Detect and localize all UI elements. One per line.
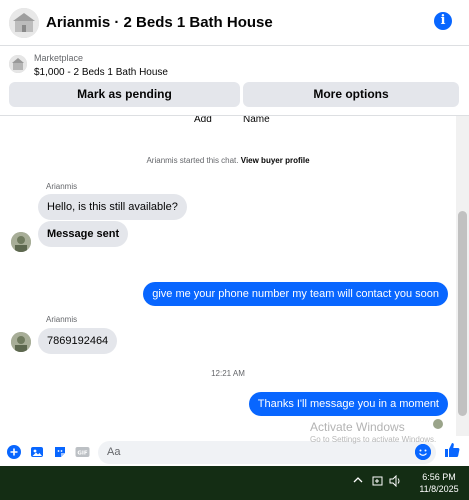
listing-avatar[interactable] bbox=[9, 8, 39, 38]
taskbar-clock[interactable]: 6:56 PM 11/8/2025 bbox=[412, 471, 466, 495]
outgoing-message[interactable]: give me your phone number my team will c… bbox=[143, 282, 448, 306]
partial-add-label: Add bbox=[194, 116, 212, 125]
sticker-icon[interactable] bbox=[53, 445, 67, 459]
plus-icon[interactable] bbox=[7, 445, 21, 459]
outgoing-message[interactable]: Thanks I'll message you in a moment bbox=[248, 392, 448, 416]
photo-icon[interactable] bbox=[30, 445, 44, 459]
activate-windows-subtitle: Go to Settings to activate Windows. bbox=[310, 435, 437, 444]
listing-thumbnail[interactable] bbox=[9, 55, 27, 73]
view-buyer-profile-link[interactable]: View buyer profile bbox=[241, 156, 310, 165]
marketplace-panel: Marketplace $1,000 - 2 Beds 1 Bath House… bbox=[0, 47, 469, 117]
incoming-message[interactable]: Message sent bbox=[38, 221, 129, 247]
sender-name: Arianmis bbox=[46, 182, 78, 191]
message-scrollbar[interactable] bbox=[456, 116, 469, 436]
chat-window: Arianmis · 2 Beds 1 Bath House i Marketp… bbox=[0, 0, 469, 466]
clock-time: 6:56 PM bbox=[422, 472, 456, 482]
more-options-button[interactable]: More options bbox=[243, 82, 459, 107]
info-icon[interactable]: i bbox=[434, 12, 452, 30]
message-list: Add Name Arianmis started this chat. Vie… bbox=[0, 116, 456, 436]
message-input-placeholder: Aa bbox=[107, 446, 121, 458]
sender-name: Arianmis bbox=[46, 315, 78, 324]
incoming-message[interactable]: Hello, is this still available? bbox=[38, 194, 187, 220]
listing-title[interactable]: $1,000 - 2 Beds 1 Bath House bbox=[34, 67, 168, 78]
gif-icon[interactable]: GIF bbox=[75, 445, 90, 459]
seen-indicator-avatar bbox=[433, 419, 443, 429]
partial-name-label: Name bbox=[243, 116, 270, 125]
speaker-icon[interactable] bbox=[389, 474, 402, 490]
chat-start-text: Arianmis started this chat. bbox=[146, 156, 239, 165]
message-input[interactable]: Aa bbox=[98, 441, 436, 464]
chat-start-notice: Arianmis started this chat. View buyer p… bbox=[0, 156, 456, 165]
mark-as-pending-button[interactable]: Mark as pending bbox=[9, 82, 240, 107]
scrollbar-thumb[interactable] bbox=[458, 211, 467, 416]
emoji-icon[interactable] bbox=[415, 444, 431, 460]
thumbs-up-icon[interactable] bbox=[444, 442, 460, 458]
chevron-up-icon[interactable] bbox=[353, 475, 363, 488]
sender-avatar[interactable] bbox=[11, 332, 31, 352]
battery-plug-icon[interactable] bbox=[372, 475, 384, 490]
incoming-message[interactable]: 7869192464 bbox=[38, 328, 118, 354]
chat-title: Arianmis · 2 Beds 1 Bath House bbox=[46, 14, 273, 31]
message-timestamp: 12:21 AM bbox=[211, 369, 245, 378]
svg-text:GIF: GIF bbox=[77, 451, 88, 457]
chat-header: Arianmis · 2 Beds 1 Bath House i bbox=[0, 0, 469, 46]
marketplace-label: Marketplace bbox=[34, 53, 84, 63]
windows-taskbar: 6:56 PM 11/8/2025 bbox=[0, 466, 469, 500]
clock-date: 11/8/2025 bbox=[419, 484, 459, 494]
activate-windows-title: Activate Windows bbox=[310, 420, 405, 434]
sender-avatar[interactable] bbox=[11, 232, 31, 252]
